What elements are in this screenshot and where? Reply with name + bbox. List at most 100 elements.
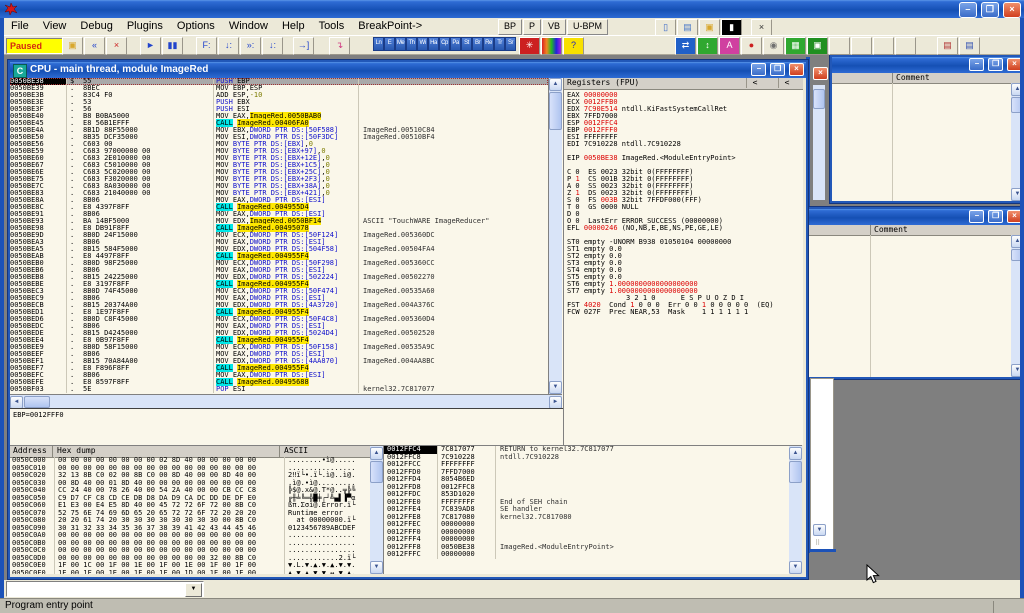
dump-header-ascii[interactable]: ASCII bbox=[284, 446, 308, 456]
bp-button[interactable]: BP bbox=[498, 19, 522, 35]
pane-button-ln[interactable]: Ln bbox=[373, 37, 384, 51]
u-bpm-button[interactable]: U-BPM bbox=[567, 19, 608, 35]
register-line[interactable]: T 0 GS 0000 NULL bbox=[567, 204, 803, 211]
blank-button-3[interactable] bbox=[873, 37, 894, 55]
comment-top-scrollbar[interactable]: ▲ ▼ bbox=[1011, 83, 1020, 201]
step-into-button[interactable]: F: bbox=[196, 37, 217, 55]
pane-button-th[interactable]: Th bbox=[406, 37, 417, 51]
pane-button-wi[interactable]: Wi bbox=[417, 37, 428, 51]
dump-header-hex[interactable]: Hex dump bbox=[57, 446, 96, 456]
blank-button-4[interactable] bbox=[895, 37, 916, 55]
comment-mid-minimize-button[interactable]: – bbox=[969, 210, 984, 223]
menu-item-help[interactable]: Help bbox=[275, 18, 312, 35]
menu-item-options[interactable]: Options bbox=[170, 18, 222, 35]
hidden-window-close-button[interactable]: × bbox=[813, 67, 828, 80]
comment-mid-maximize-button[interactable]: ❐ bbox=[988, 210, 1003, 223]
assemble-a-button[interactable]: A bbox=[719, 37, 740, 55]
p-button[interactable]: P bbox=[523, 19, 541, 35]
info-pane[interactable]: EBP=0012FFF0 bbox=[10, 408, 565, 448]
red-ball-button[interactable]: ● bbox=[741, 37, 762, 55]
cpu-window[interactable]: CCPU - main thread, module ImageRed – ❐ … bbox=[8, 60, 808, 579]
dump-vscrollbar[interactable]: ▲ ▼ bbox=[370, 445, 383, 574]
close-program-button[interactable]: × bbox=[106, 37, 127, 55]
comment-top-maximize-button[interactable]: ❐ bbox=[988, 58, 1003, 71]
minimize-button[interactable]: – bbox=[959, 2, 977, 18]
pane-button-tr[interactable]: Tr bbox=[494, 37, 505, 51]
blank-button-1[interactable] bbox=[829, 37, 850, 55]
register-line[interactable]: FCW 027F Prec NEAR,53 Mask 1 1 1 1 1 1 bbox=[567, 309, 803, 316]
dump-row[interactable]: 0050C0F01E 00 1F 00 1E 00 1F 00 1F 00 1D… bbox=[10, 570, 370, 575]
pane-button-e[interactable]: E bbox=[384, 37, 395, 51]
command-dropdown-button[interactable]: ▼ bbox=[185, 583, 202, 597]
disasm-hscrollbar[interactable]: ◄ ► bbox=[10, 394, 562, 408]
stack-vscrollbar[interactable]: ▲ ▼ bbox=[789, 445, 802, 574]
help-button[interactable]: ? bbox=[563, 37, 584, 55]
breakpoint-list-button[interactable]: ▤ bbox=[937, 37, 958, 55]
step-over-button[interactable]: ↓: bbox=[218, 37, 239, 55]
pane-button-pa[interactable]: Pa bbox=[450, 37, 461, 51]
registers-pane[interactable]: Registers (FPU) < < EAX 00000000ECX 0012… bbox=[563, 78, 803, 445]
stack-pane[interactable]: 0012FFC47C817077RETURN to kernel32.7C817… bbox=[383, 445, 790, 574]
comment-top-close-button[interactable]: × bbox=[1007, 58, 1020, 71]
command-combobox[interactable]: ▼ bbox=[6, 581, 204, 597]
comment-column-header[interactable]: Comment bbox=[874, 225, 908, 234]
pane-button-br[interactable]: Br bbox=[472, 37, 483, 51]
comment-window-middle[interactable]: – ❐ × Comment ▲ ▼ bbox=[806, 207, 1020, 379]
comment-top-minimize-button[interactable]: – bbox=[969, 58, 984, 71]
disasm-row[interactable]: 0050BF03.5EPOP ESIkernel32.7C817077 bbox=[10, 386, 548, 393]
menu-item-tools[interactable]: Tools bbox=[312, 18, 352, 35]
pane-button-sr[interactable]: Sr bbox=[505, 37, 516, 51]
run-trace-button[interactable]: ▤ bbox=[959, 37, 980, 55]
restore-button[interactable]: ❐ bbox=[981, 2, 999, 18]
menu-item-view[interactable]: View bbox=[36, 18, 74, 35]
cpu-minimize-button[interactable]: – bbox=[751, 63, 766, 76]
dump-pane[interactable]: Address Hex dump ASCII 0050C00000 00 00 … bbox=[10, 445, 370, 574]
execute-till-return-button[interactable]: →] bbox=[293, 37, 314, 55]
comment-window-middle-title[interactable]: – ❐ × bbox=[808, 209, 1020, 225]
animate-into-button[interactable]: »: bbox=[240, 37, 261, 55]
pane-button-me[interactable]: Me bbox=[395, 37, 406, 51]
pane-button-ha[interactable]: Ha bbox=[428, 37, 439, 51]
menu-item-plugins[interactable]: Plugins bbox=[120, 18, 170, 35]
cpu-window-title-bar[interactable]: CCPU - main thread, module ImageRed – ❐ … bbox=[10, 62, 806, 78]
pane-button-st[interactable]: St bbox=[461, 37, 472, 51]
pane-button-re[interactable]: Re bbox=[483, 37, 494, 51]
register-line[interactable]: EDI 7C910228 ntdll.7C910228 bbox=[567, 141, 803, 148]
pause-button[interactable]: ▮▮ bbox=[162, 37, 183, 55]
dump-header-address[interactable]: Address bbox=[13, 446, 47, 456]
stack-row[interactable]: 0012FFFC00000000 bbox=[384, 551, 790, 559]
disassembly-pane[interactable]: 0050BE38$55PUSH EBP0050BE39.8BECMOV EBP,… bbox=[10, 78, 549, 394]
pane-button-cp[interactable]: Cp bbox=[439, 37, 450, 51]
register-line[interactable]: EIP 0050BE38 ImageRed.<ModuleEntryPoint> bbox=[567, 155, 803, 162]
comment-window-top-title[interactable]: – ❐ × bbox=[832, 57, 1020, 73]
comment-window-top[interactable]: – ❐ × Comment ▲ ▼ bbox=[830, 55, 1020, 203]
blank-button-2[interactable] bbox=[851, 37, 872, 55]
keyboard-101-button[interactable]: ▦ bbox=[785, 37, 806, 55]
close-button[interactable]: × bbox=[1003, 2, 1021, 18]
hidden-scroll-down-button[interactable]: ▼ bbox=[813, 524, 826, 536]
cpu-close-button[interactable]: × bbox=[789, 63, 804, 76]
appearance-button[interactable] bbox=[541, 37, 562, 55]
registers-prev-button[interactable]: < bbox=[746, 78, 763, 88]
run-button[interactable]: ► bbox=[140, 37, 161, 55]
comment-mid-close-button[interactable]: × bbox=[1007, 210, 1020, 223]
comment-mid-scrollbar[interactable]: ▲ ▼ bbox=[1011, 235, 1020, 377]
screen-button[interactable]: ▣ bbox=[807, 37, 828, 55]
open-file-button[interactable]: ▣ bbox=[62, 37, 83, 55]
resize-grip[interactable]: ⠿ bbox=[815, 539, 829, 547]
swap-arrows-button[interactable]: ⇄ bbox=[675, 37, 696, 55]
vb-button[interactable]: VB bbox=[542, 19, 566, 35]
animate-over-button[interactable]: ↓: bbox=[262, 37, 283, 55]
menu-item-debug[interactable]: Debug bbox=[73, 18, 119, 35]
register-line[interactable]: EFL 00000246 (NO,NB,E,BE,NS,PE,GE,LE) bbox=[567, 225, 803, 232]
comment-column-header[interactable]: Comment bbox=[896, 73, 930, 82]
go-to-address-button[interactable]: ↴ bbox=[329, 37, 350, 55]
registers-next-button[interactable]: < bbox=[778, 78, 795, 88]
updown-button[interactable]: ↕ bbox=[697, 37, 718, 55]
disasm-vscrollbar[interactable]: ▲ ▼ bbox=[549, 78, 562, 394]
options-gear-button[interactable]: ✳ bbox=[519, 37, 540, 55]
restart-button[interactable]: « bbox=[84, 37, 105, 55]
menu-item-file[interactable]: File bbox=[4, 18, 36, 35]
menu-item-breakpoint[interactable]: BreakPoint-> bbox=[351, 18, 429, 35]
cpu-maximize-button[interactable]: ❐ bbox=[770, 63, 785, 76]
